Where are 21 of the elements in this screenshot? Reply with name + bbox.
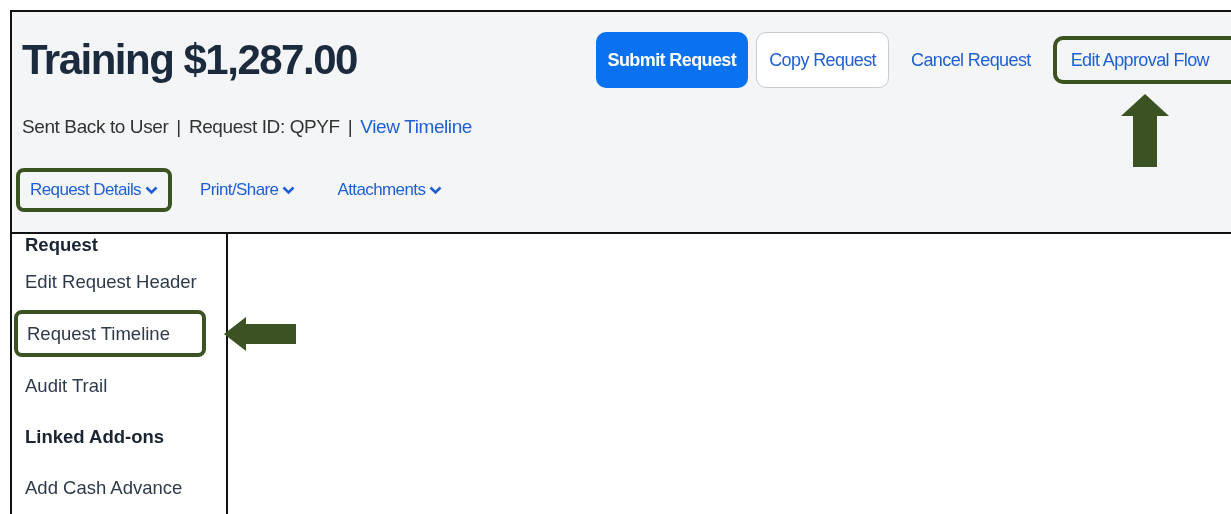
menu-tab[interactable]: Print/Share xyxy=(186,168,310,212)
separator: | xyxy=(176,116,181,138)
chevron-down-icon xyxy=(282,185,296,195)
action-link[interactable]: Edit Approval Flow xyxy=(1052,36,1231,84)
request-id: Request ID: QPYF xyxy=(188,116,340,138)
chevron-down-icon xyxy=(429,185,443,195)
menu-item[interactable]: Audit Trail xyxy=(12,360,226,412)
action-link[interactable]: Cancel Request xyxy=(897,36,1045,84)
menu-item[interactable]: Edit Request Header xyxy=(12,256,226,308)
page-title: Training $1,287.00 xyxy=(22,36,357,84)
action-button[interactable]: Copy Request xyxy=(756,32,890,88)
chevron-down-icon xyxy=(145,185,158,195)
menu-heading: Request xyxy=(24,234,99,256)
status-text: Sent Back to User xyxy=(22,116,169,138)
view-timeline-link[interactable]: View Timeline xyxy=(360,116,473,138)
menu-tab[interactable]: Request Details xyxy=(16,168,172,212)
action-button[interactable]: Submit Request xyxy=(595,32,749,88)
menu-heading: Linked Add-ons xyxy=(24,425,166,449)
menu-tab[interactable]: Attachments xyxy=(323,168,457,212)
separator: | xyxy=(347,116,353,138)
menu-item[interactable]: Add Cash Advance xyxy=(12,462,226,514)
